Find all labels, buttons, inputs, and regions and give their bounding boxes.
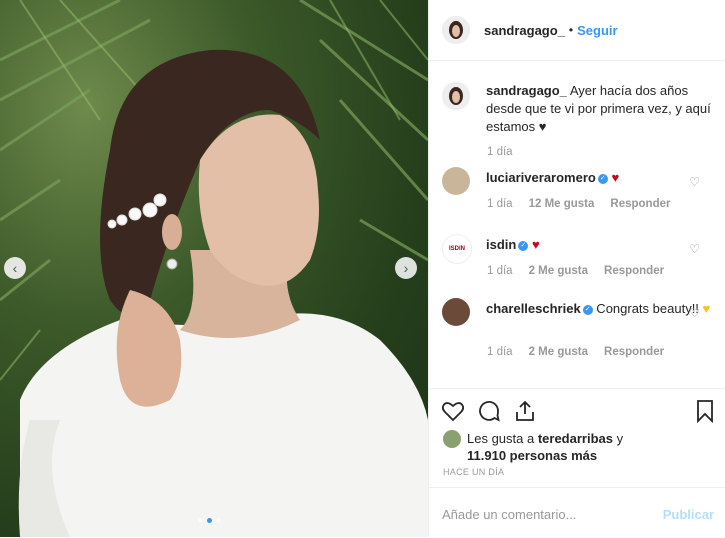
likes-summary: Les gusta a teredarribas y 11.910 person… [443,430,623,464]
share-icon[interactable] [513,399,537,423]
comment-meta: 1 día 12 Me gusta Responder [487,198,670,210]
reply-button[interactable]: Responder [610,198,670,210]
avatar[interactable] [442,298,470,326]
comment-text: isdin ✓ ♥ [486,236,711,254]
add-comment-bar: Añade un comentario... Publicar [429,487,725,538]
verified-badge-icon: ✓ [582,304,593,315]
carousel-dot-active [207,518,212,523]
avatar-image [442,82,470,110]
carousel-indicator [198,518,221,523]
comment-input[interactable]: Añade un comentario... [442,507,576,522]
follow-button[interactable]: Seguir [577,23,617,38]
comment-username[interactable]: charelleschriek [486,301,581,316]
photo-illustration [0,0,428,537]
next-button[interactable]: › [395,257,417,279]
comments-list[interactable]: sandragago_ Ayer hacía dos años desde qu… [429,72,725,382]
heart-icon[interactable]: ♡ [689,306,700,320]
comment-text: luciariveraromero ✓ ♥ [486,169,711,187]
verified-badge-icon: ✓ [518,240,529,251]
post-photo[interactable]: ‹ › [0,0,428,537]
comment-icon[interactable] [477,399,501,423]
likes-conj: y [612,431,624,446]
comment-likes[interactable]: 12 Me gusta [529,198,595,210]
action-bar [429,388,725,429]
comment-time[interactable]: 1 día [487,346,513,358]
avatar[interactable]: ISDIN [442,234,472,264]
comment-username[interactable]: isdin [486,237,516,252]
comment-likes[interactable]: 2 Me gusta [529,346,588,358]
likes-count[interactable]: 11.910 personas más [467,448,597,463]
avatar[interactable] [443,430,461,448]
comment-username[interactable]: luciariveraromero [486,170,596,185]
bookmark-icon[interactable] [693,399,717,423]
heart-emoji: ♥ [611,170,620,185]
avatar-image [442,16,470,44]
liker-username[interactable]: teredarribas [538,431,613,446]
comment-likes[interactable]: 2 Me gusta [529,265,588,277]
reply-button[interactable]: Responder [604,265,664,277]
reply-button[interactable]: Responder [604,346,664,358]
carousel-dot [198,518,203,523]
carousel-dot [216,518,221,523]
comment-text: charelleschriek ✓ Congrats beauty!! ♥ [486,300,711,318]
heart-icon[interactable] [441,399,465,423]
caption-time[interactable]: 1 día [487,146,513,158]
heart-emoji: ♥ [531,237,540,252]
comment-time[interactable]: 1 día [487,265,513,277]
likes-text: Les gusta a teredarribas y 11.910 person… [467,430,623,464]
heart-icon[interactable]: ♡ [689,175,700,189]
avatar[interactable] [442,16,470,44]
prev-button[interactable]: ‹ [4,257,26,279]
avatar[interactable] [442,167,470,195]
likes-prefix: Les gusta a [467,431,538,446]
post-timestamp[interactable]: HACE UN DÍA [443,467,504,477]
chevron-right-icon: › [403,260,409,276]
avatar[interactable] [442,82,470,110]
comment-meta: 1 día 2 Me gusta Responder [487,346,664,358]
comment-time[interactable]: 1 día [487,198,513,210]
comment-meta: 1 día 2 Me gusta Responder [487,265,664,277]
header-username[interactable]: sandragago_ [484,23,565,38]
comment-body: Congrats beauty!! [592,301,703,316]
yellow-heart-emoji: ♥ [702,301,711,316]
chevron-left-icon: ‹ [12,260,18,276]
verified-badge-icon: ✓ [597,173,608,184]
post-side-panel: sandragago_ • Seguir sandragago_ Ayer ha… [428,0,725,537]
post-header: sandragago_ • Seguir [429,0,725,61]
caption-text: sandragago_ Ayer hacía dos años desde qu… [486,82,711,136]
heart-icon[interactable]: ♡ [689,242,700,256]
separator-dot: • [568,23,574,37]
caption-username[interactable]: sandragago_ [486,83,567,98]
caption-meta: 1 día [487,146,513,158]
publish-button[interactable]: Publicar [663,507,714,522]
